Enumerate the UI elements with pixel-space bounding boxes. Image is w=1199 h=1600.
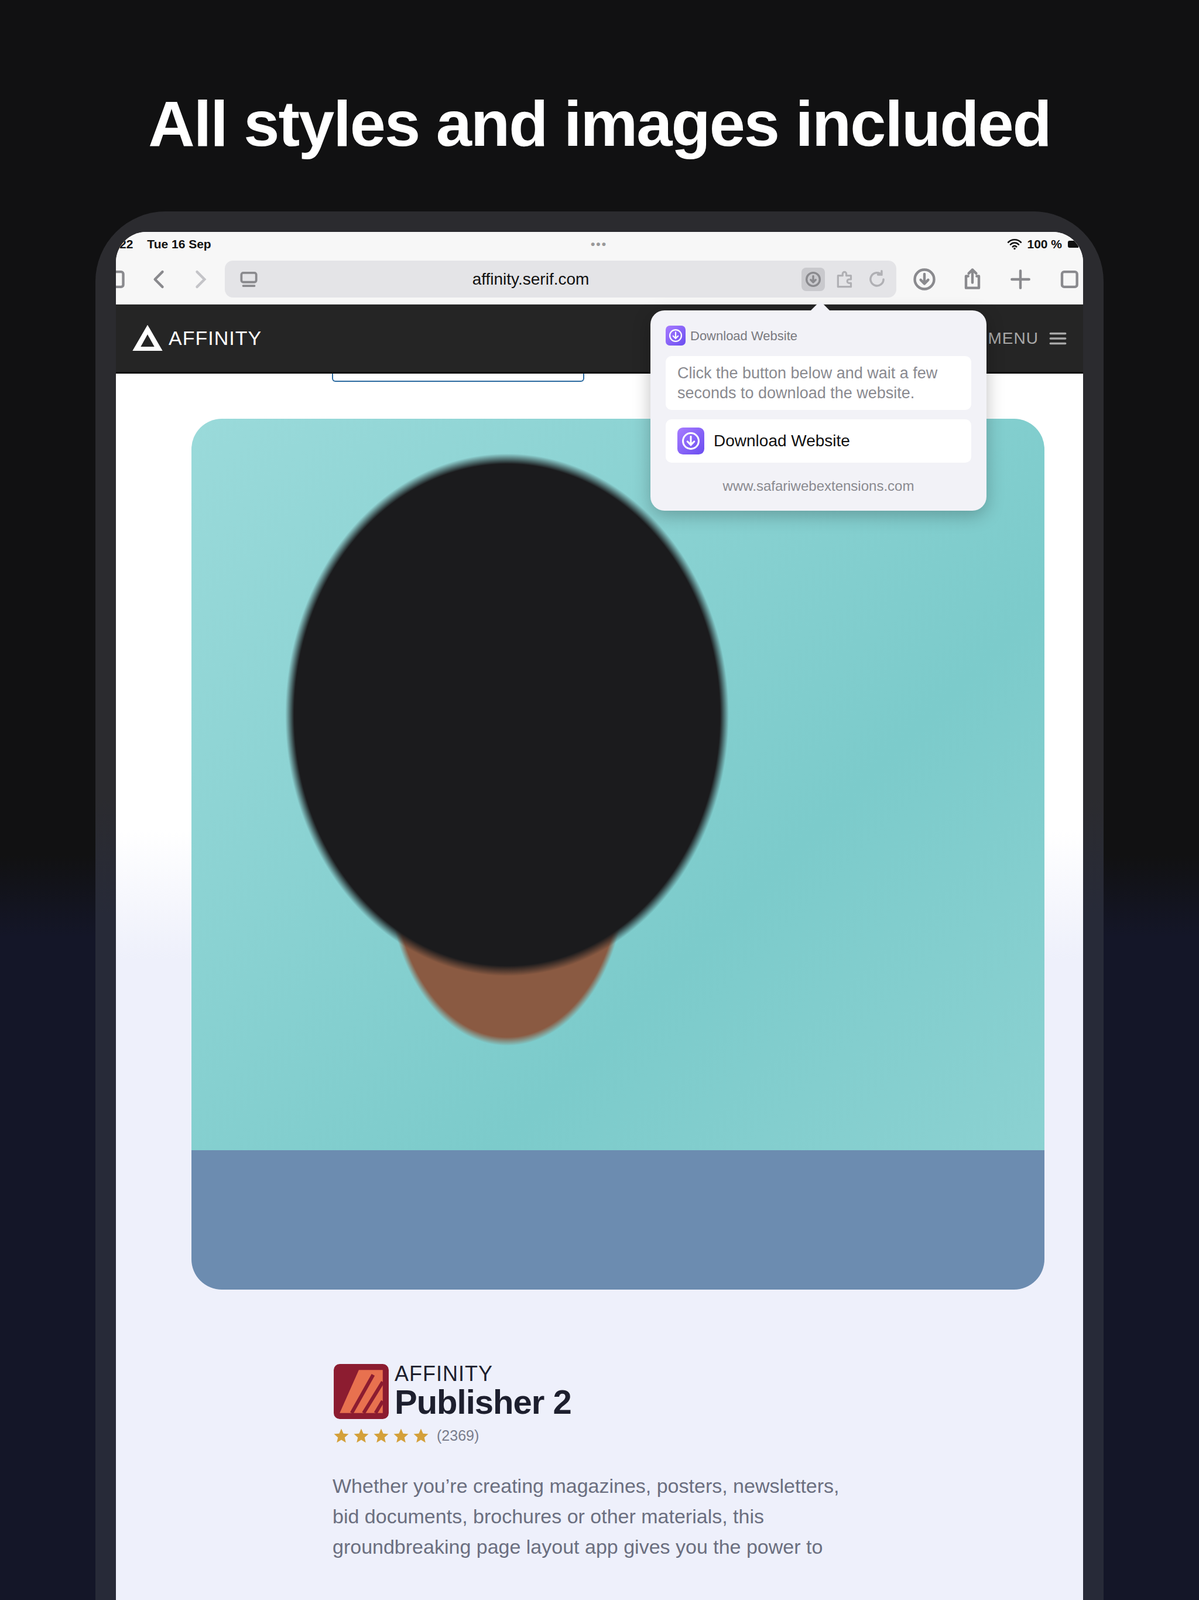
reload-icon[interactable] [865,268,889,291]
forward-icon[interactable] [187,266,214,293]
download-extension-icon [803,269,824,290]
extension-popover: Download Website Click the button below a… [650,310,987,511]
logo-text[interactable]: AFFINITY [168,323,262,354]
star-icon [412,1426,430,1445]
url-text[interactable]: affinity.serif.com [269,266,793,292]
hamburger-icon [1047,328,1068,349]
share-icon[interactable] [959,266,986,293]
status-date: Tue 16 Sep [146,234,211,254]
new-tab-icon[interactable] [1007,266,1034,293]
status-time: 22 [119,234,133,254]
star-icon [352,1426,371,1445]
battery-level: 100 % [1026,234,1063,254]
popover-footer-link[interactable]: www.safariwebextensions.com [665,475,972,497]
battery-icon [1066,238,1079,250]
page-content: AFFINITYPublisher 2 (2369) Whether you’re … [115,373,1084,1600]
sidebar-icon[interactable] [115,266,127,293]
browser-toolbar: affinity.serif.com [115,254,1084,305]
hero-button[interactable] [331,373,585,382]
product-name: Publisher 2 [394,1384,572,1420]
menu-label[interactable]: MENU [988,326,1039,351]
popover-title: Download Website [690,326,798,346]
product-block: AFFINITYPublisher 2 (2369) Whether you’re … [115,1289,1084,1562]
button-label[interactable]: Download Website [713,428,851,454]
hero-photo [191,418,1045,1290]
download-website-icon [665,325,686,346]
tabs-icon[interactable] [1055,266,1082,293]
downloads-icon[interactable] [911,266,938,293]
star-icon [392,1426,410,1445]
multitask-dots[interactable]: ••• [590,237,608,251]
device-frame: 22 Tue 16 Sep ••• 100 % affinity.serif.com AF… [95,211,1104,1600]
menu-button[interactable]: MENU [988,326,1068,351]
address-bar[interactable]: affinity.serif.com [224,260,897,298]
page-menu-icon[interactable] [237,268,260,291]
affinity-logo-icon [131,321,164,355]
wifi-icon [1006,238,1023,250]
download-icon [677,427,705,455]
star-icon [332,1426,351,1445]
rating-stars [332,1426,430,1445]
site-logo[interactable]: AFFINITY [131,321,262,355]
screen: 22 Tue 16 Sep ••• 100 % affinity.serif.com AF… [115,231,1084,1600]
download-website-button[interactable]: Download Website [665,419,972,463]
extension-button[interactable] [801,267,825,291]
publisher-app-icon [332,1362,390,1420]
product-description: Whether you’re creating magazines, poste… [332,1470,866,1562]
popover-hint: Click the button below and wait a few se… [665,355,972,410]
product-brand: AFFINITY [394,1362,572,1385]
status-bar: 22 Tue 16 Sep ••• 100 % [115,231,1084,255]
puzzle-icon[interactable] [834,268,857,291]
headline: All styles and images included [0,0,1199,159]
star-icon [372,1426,390,1445]
review-count: (2369) [436,1424,479,1447]
back-icon[interactable] [146,266,173,293]
